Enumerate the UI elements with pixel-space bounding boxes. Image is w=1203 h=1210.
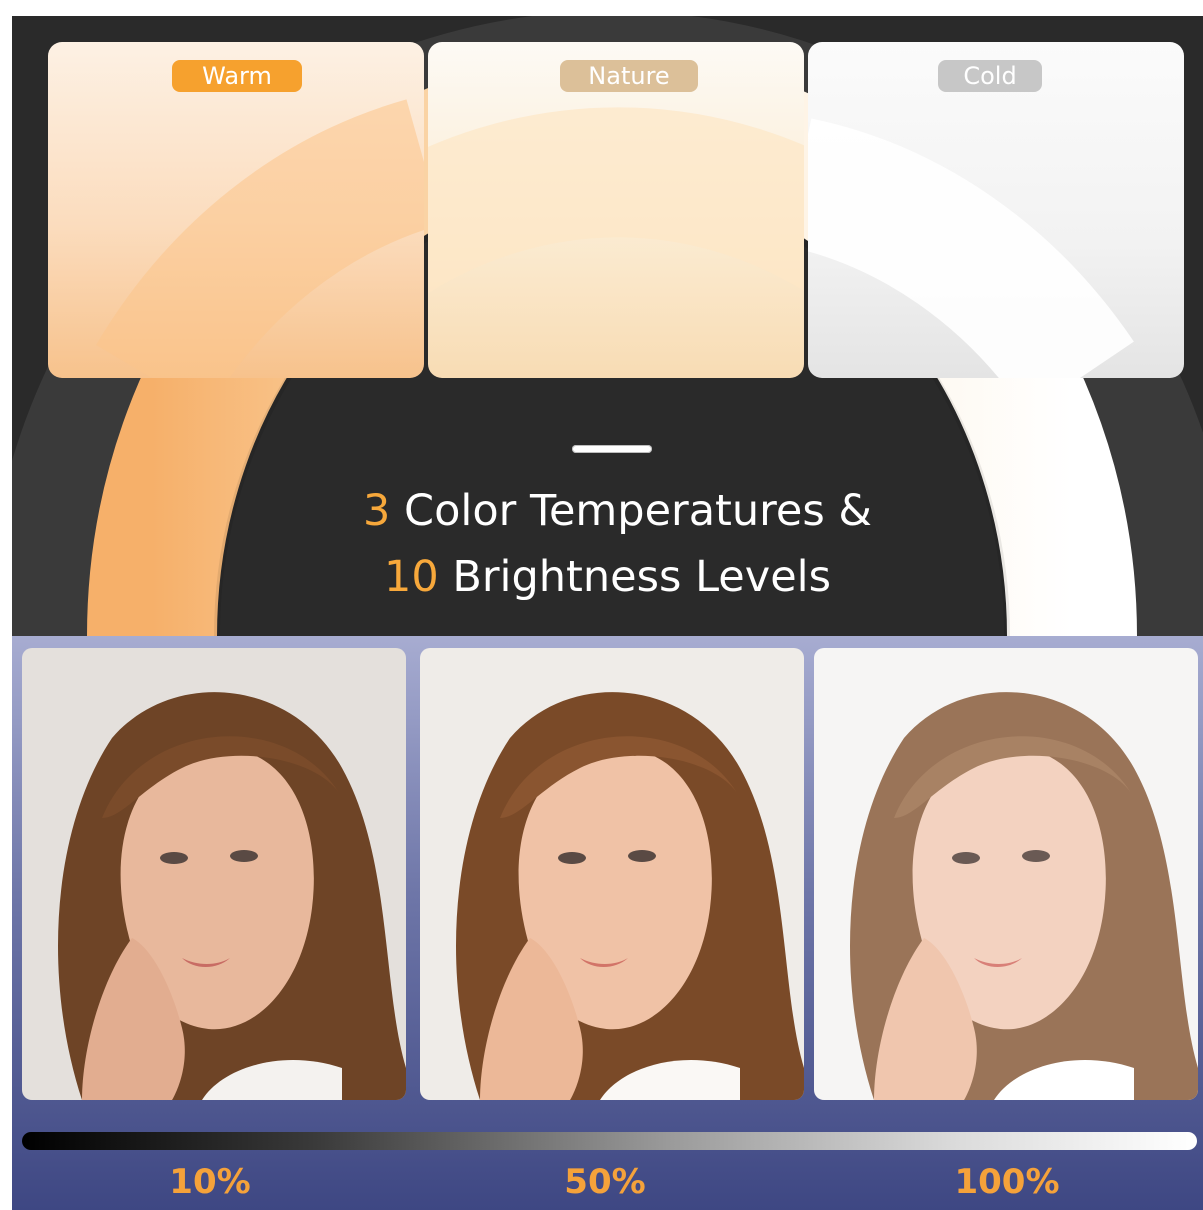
portrait-photo-100 (814, 648, 1198, 1100)
warm-panel: Warm (48, 42, 424, 378)
divider-line (572, 445, 652, 453)
headline-line-2: 10 Brightness Levels (12, 547, 1203, 607)
temperature-text: Color Temperatures & (390, 486, 872, 536)
brightness-label-50: 50% (564, 1162, 646, 1202)
portrait-image (850, 692, 1198, 1100)
cold-panel: Cold (808, 42, 1184, 378)
brightness-section: 10% 50% 100% (12, 636, 1203, 1210)
nature-panel: Nature (428, 42, 804, 378)
portrait-image (58, 692, 406, 1100)
brightness-gradient-bar (22, 1132, 1197, 1150)
color-temperature-section: Warm Nature Cold 3 Color Temperatures & … (12, 16, 1203, 636)
headline-line-1: 3 Color Temperatures & (22, 481, 1203, 541)
temperature-count: 3 (363, 486, 391, 536)
product-infographic: Warm Nature Cold 3 Color Temperatures & … (12, 16, 1203, 1210)
portrait-photo-50 (420, 648, 804, 1100)
brightness-text: Brightness Levels (438, 552, 831, 602)
brightness-label-100: 100% (954, 1162, 1060, 1202)
portrait-image (456, 692, 804, 1100)
cold-label: Cold (938, 60, 1042, 92)
warm-label: Warm (172, 60, 302, 92)
nature-label: Nature (560, 60, 698, 92)
brightness-label-10: 10% (169, 1162, 251, 1202)
brightness-count: 10 (383, 552, 439, 602)
portrait-photo-10 (22, 648, 406, 1100)
